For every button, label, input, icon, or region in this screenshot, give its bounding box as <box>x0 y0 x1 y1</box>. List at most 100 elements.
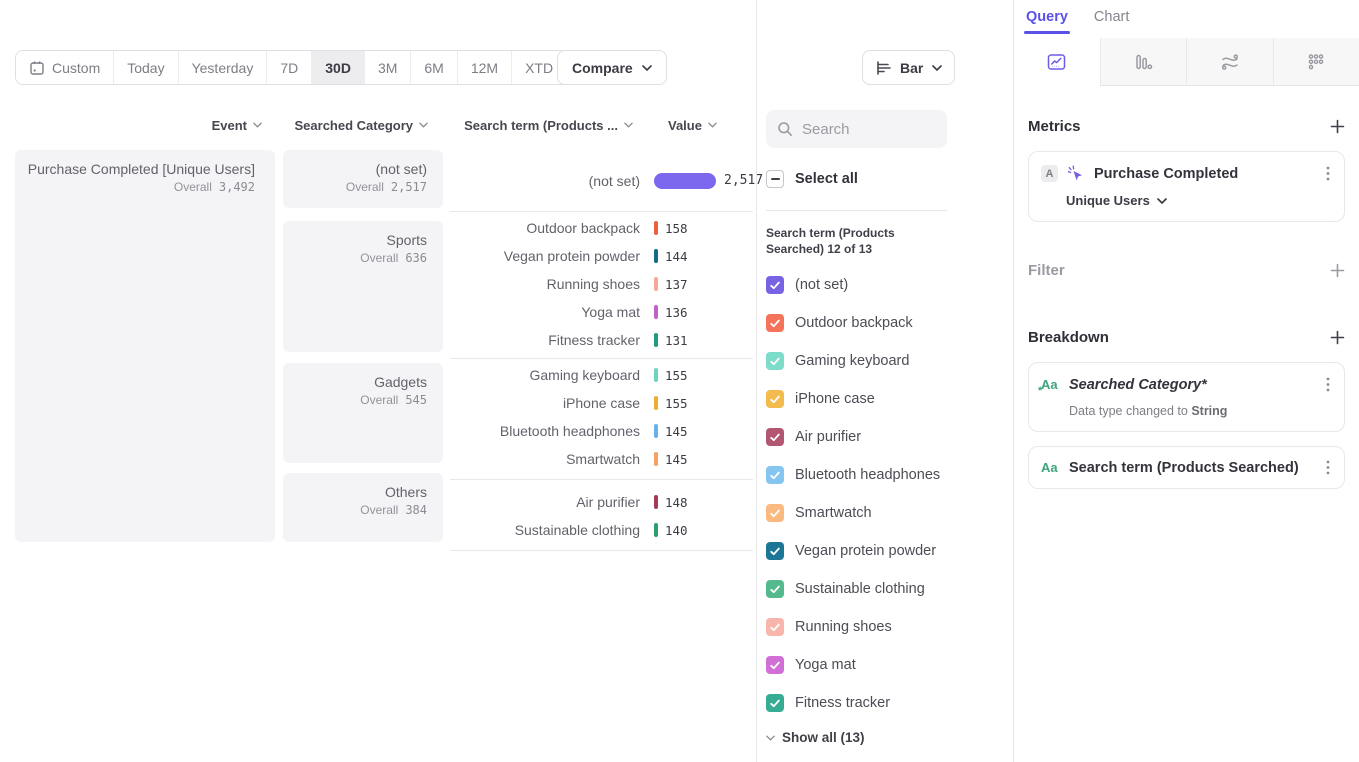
add-breakdown-button[interactable] <box>1330 330 1345 345</box>
term-row: (not set) 2,517 <box>450 150 753 212</box>
select-all-label: Select all <box>795 171 858 187</box>
column-header-searched-category[interactable]: Searched Category <box>283 113 428 137</box>
checkbox-checked[interactable] <box>766 276 784 294</box>
value-bar <box>654 305 658 319</box>
checkbox-checked[interactable] <box>766 542 784 560</box>
filter-option[interactable]: Smartwatch <box>766 494 1013 532</box>
term-label: Sustainable clothing <box>450 522 640 538</box>
value-bar <box>654 495 658 509</box>
chevron-down-icon <box>708 122 717 128</box>
filter-option[interactable]: Fitness tracker <box>766 684 1013 722</box>
column-header-value[interactable]: Value <box>668 113 728 137</box>
checkbox-checked[interactable] <box>766 314 784 332</box>
checkbox-checked[interactable] <box>766 504 784 522</box>
date-range-yesterday[interactable]: Yesterday <box>179 51 268 84</box>
date-range-label: Custom <box>52 60 100 76</box>
tab-chart[interactable]: Chart <box>1094 9 1129 34</box>
term-value: 158 <box>665 221 688 236</box>
breakdown-title: Breakdown <box>1028 329 1109 346</box>
show-all-button[interactable]: Show all (13) <box>766 730 1013 745</box>
term-value: 155 <box>665 368 688 383</box>
string-type-icon: Aa* <box>1041 378 1061 391</box>
filter-option[interactable]: iPhone case <box>766 380 1013 418</box>
report-type-retention-tab[interactable] <box>1274 38 1359 86</box>
add-filter-button[interactable] <box>1330 263 1345 278</box>
term-label: iPhone case <box>450 395 640 411</box>
checkbox-checked[interactable] <box>766 656 784 674</box>
measure-dropdown[interactable]: Unique Users <box>1066 193 1332 208</box>
checkbox-indeterminate[interactable] <box>766 170 784 188</box>
filter-option[interactable]: Vegan protein powder <box>766 532 1013 570</box>
date-range-today[interactable]: Today <box>114 51 178 84</box>
checkbox-checked[interactable] <box>766 428 784 446</box>
filter-list-label: Search term (Products Searched) 12 of 13 <box>766 225 938 257</box>
term-value: 155 <box>665 396 688 411</box>
chevron-down-icon <box>766 735 775 741</box>
date-range-30d-selected[interactable]: 30D <box>312 51 365 84</box>
select-all-row[interactable]: Select all <box>766 170 1013 188</box>
term-label: Yoga mat <box>450 304 640 320</box>
filter-option-label: iPhone case <box>795 391 875 407</box>
metric-options-kebab-icon[interactable] <box>1324 164 1332 183</box>
date-range-7d[interactable]: 7D <box>267 51 312 84</box>
search-box[interactable] <box>766 110 947 148</box>
report-type-flows-tab[interactable] <box>1187 38 1274 86</box>
filter-option[interactable]: Outdoor backpack <box>766 304 1013 342</box>
flows-icon <box>1220 53 1240 71</box>
checkbox-checked[interactable] <box>766 390 784 408</box>
checkbox-checked[interactable] <box>766 466 784 484</box>
filter-option[interactable]: Air purifier <box>766 418 1013 456</box>
chevron-down-icon <box>419 122 428 128</box>
checkbox-checked[interactable] <box>766 694 784 712</box>
date-range-3m[interactable]: 3M <box>365 51 411 84</box>
date-range-6m[interactable]: 6M <box>411 51 457 84</box>
tab-query[interactable]: Query <box>1026 9 1068 34</box>
column-header-search-term[interactable]: Search term (Products ... <box>450 113 633 137</box>
value-bar <box>654 523 658 537</box>
report-type-insights-tab[interactable] <box>1014 38 1101 86</box>
filter-option-label: (not set) <box>795 277 848 293</box>
event-cursor-icon <box>1067 165 1084 182</box>
breakdown-card[interactable]: Aa* Searched Category* Data type changed… <box>1028 362 1345 432</box>
add-metric-button[interactable] <box>1330 119 1345 134</box>
breakdown-name: Search term (Products Searched) <box>1069 460 1324 476</box>
breakdown-card[interactable]: Aa Search term (Products Searched) <box>1028 446 1345 489</box>
report-type-tabs <box>1014 38 1359 86</box>
category-cell: Sports Overall636 <box>283 221 443 352</box>
event-overall: Overall3,492 <box>15 180 255 194</box>
search-term-column: (not set) 2,517 Outdoor backpack158 Vega… <box>450 150 753 551</box>
value-bar <box>654 333 658 347</box>
value-bar <box>654 221 658 235</box>
date-range-12m[interactable]: 12M <box>458 51 512 84</box>
metrics-title: Metrics <box>1028 118 1081 135</box>
term-label: Outdoor backpack <box>450 220 640 236</box>
category-cell: (not set) Overall2,517 <box>283 150 443 208</box>
metric-card[interactable]: A Purchase Completed Unique Users <box>1028 151 1345 222</box>
value-bar <box>654 173 716 189</box>
date-range-custom[interactable]: Custom <box>16 51 114 84</box>
chevron-down-icon <box>642 65 652 71</box>
breakdown-options-kebab-icon[interactable] <box>1324 375 1332 394</box>
term-row: Fitness tracker131 <box>450 326 753 354</box>
column-header-event[interactable]: Event <box>15 113 262 137</box>
breakdown-options-kebab-icon[interactable] <box>1324 458 1332 477</box>
filter-option[interactable]: Bluetooth headphones <box>766 456 1013 494</box>
filter-option[interactable]: Yoga mat <box>766 646 1013 684</box>
report-type-funnels-tab[interactable] <box>1101 38 1188 86</box>
measure-label: Unique Users <box>1066 193 1150 208</box>
filter-title: Filter <box>1028 262 1065 279</box>
term-label: Air purifier <box>450 494 640 510</box>
filter-option[interactable]: (not set) <box>766 266 1013 304</box>
category-cell: Gadgets Overall545 <box>283 363 443 463</box>
filter-option[interactable]: Sustainable clothing <box>766 570 1013 608</box>
term-value: 144 <box>665 249 688 264</box>
string-type-icon: Aa <box>1041 461 1061 474</box>
filter-option[interactable]: Running shoes <box>766 608 1013 646</box>
filter-option[interactable]: Gaming keyboard <box>766 342 1013 380</box>
search-input[interactable] <box>802 121 932 138</box>
term-value: 145 <box>665 452 688 467</box>
checkbox-checked[interactable] <box>766 618 784 636</box>
checkbox-checked[interactable] <box>766 352 784 370</box>
checkbox-checked[interactable] <box>766 580 784 598</box>
compare-button[interactable]: Compare <box>557 50 667 85</box>
